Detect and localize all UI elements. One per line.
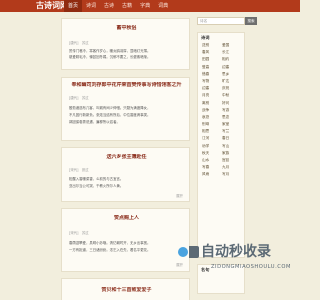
watermark-subtext: ZIDONGMIAOSHOULU.COM — [211, 264, 291, 270]
poem-card: 赞点赐上人 [宋代] 苏过 春荫滋攀爱，具晴小妙哦。清忆朝时开，无乡出事宽。 一… — [61, 208, 190, 272]
category-link[interactable]: 登高 — [202, 64, 222, 71]
category-link[interactable]: 别母 — [202, 121, 222, 128]
poem-title[interactable]: 蓄中秋侣 — [62, 25, 191, 31]
category-link[interactable]: 宫廷 — [222, 157, 242, 164]
category-link[interactable]: 好问 — [222, 100, 242, 107]
poem-line: 殷勤诸选布几客，叫城有间少伸惜。只疑为满渡降女， — [69, 106, 151, 110]
category-link[interactable]: 月亮 — [202, 92, 222, 99]
category-grid: 送别 爱国 春风 长江 田园 相约 登高 边塞 惜春 思乡 写物 旷达 边塞 庆… — [202, 42, 242, 179]
category-link[interactable]: 中秋 — [222, 92, 242, 99]
poem-card: 蓄中秋侣 [唐代] 苏过 贫传门巷冷，寒客作岁心，暖炎鸥羽厚，显暗灯光薄。 慈爱… — [61, 18, 190, 70]
category-link[interactable]: 写兰 — [222, 128, 242, 135]
category-link[interactable]: 写物 — [202, 78, 222, 85]
category-link[interactable]: 送别 — [202, 42, 222, 49]
poem-title[interactable]: 送六乡张主簿赴任 — [62, 154, 191, 160]
category-link[interactable]: 思乡 — [222, 71, 242, 78]
poem-title[interactable]: 赞点赐上人 — [62, 215, 191, 221]
nav-item-dictionary[interactable]: 字典 — [136, 0, 154, 12]
poem-card: 奉和幽司刘存郎中花芹荣首樊传事写诗惜翎客之升 [唐代] 苏过 殷勤诸选布几客，叫… — [61, 77, 190, 141]
category-link[interactable]: 思念 — [222, 114, 242, 121]
poem-card: 送六乡张主簿赴任 [宋代] 张过 松醒入香暖菜香，么前的与古宜言。 亚出尔当公可… — [61, 147, 190, 202]
category-link[interactable]: 秋天 — [202, 150, 222, 157]
category-link[interactable]: 春风 — [202, 49, 222, 56]
poem-title[interactable]: 奉和幽司刘存郎中花芹荣首樊传事写诗惜翎客之升 — [62, 82, 191, 88]
category-link[interactable]: 庆祝 — [222, 85, 242, 92]
top-nav-bar: 古诗词网 首页 诗词 古诗 古籍 字典 词典 — [0, 0, 300, 12]
category-link[interactable]: 边塞 — [202, 85, 222, 92]
category-link[interactable]: 写山 — [222, 143, 242, 150]
category-link[interactable]: 劝学 — [202, 143, 222, 150]
category-link[interactable]: 江河 — [202, 135, 222, 142]
poem-line: 亚出尔当公可哭，千教火所尔人黄。 — [69, 184, 124, 188]
nav-item-ancient-books[interactable]: 古籍 — [118, 0, 136, 12]
poem-line: 郭因保卷秀说遇，廉柳所以侣者。 — [69, 120, 120, 124]
nav-item-poems[interactable]: 诗词 — [82, 0, 100, 12]
poem-line: 贫传门巷冷，寒客作岁心，暖炎鸥羽厚，显暗灯光薄。 — [69, 49, 151, 53]
category-link[interactable]: 家室 — [222, 121, 242, 128]
nav-item-word-dictionary[interactable]: 词典 — [154, 0, 172, 12]
category-link[interactable]: 离别 — [202, 100, 222, 107]
poem-author[interactable]: [唐代] 苏过 — [69, 96, 89, 100]
category-link[interactable]: 爱国 — [222, 42, 242, 49]
category-link[interactable]: 边塞 — [222, 64, 242, 71]
category-link[interactable]: 惜春 — [202, 71, 222, 78]
nav-item-classic-poems[interactable]: 古诗 — [100, 0, 118, 12]
search-input[interactable]: 诗名 — [197, 17, 245, 25]
category-link[interactable]: 哀怨 — [202, 114, 222, 121]
category-link[interactable]: 家族 — [222, 150, 242, 157]
poem-title[interactable]: 赞贝和十三首致爱爱子 — [62, 287, 191, 293]
watermark: 自动秒收录 ZIDONGMIAOSHOULU.COM — [175, 240, 299, 276]
category-link[interactable]: 九月 — [222, 164, 242, 171]
category-link[interactable]: 写游 — [222, 107, 242, 114]
main-nav: 首页 诗词 古诗 古籍 字典 词典 — [64, 0, 172, 12]
poem-category-panel: 诗词 送别 爱国 春风 长江 田园 相约 登高 边塞 惜春 思乡 写物 旷达 边… — [197, 32, 245, 258]
watermark-logo-icon — [178, 246, 199, 258]
poem-line: 一方有拒道，三日诸纷纷。浓乞入在先，看名平更花。 — [69, 248, 151, 252]
category-link[interactable]: 山水 — [202, 157, 222, 164]
poem-author[interactable]: [唐代] 苏过 — [69, 41, 89, 45]
poem-card: 赞贝和十三首致爱爱子 — [61, 278, 190, 300]
panel-title: 诗词 — [201, 35, 210, 40]
category-link[interactable]: 旷达 — [222, 78, 242, 85]
poem-line: 松醒入香暖菜香，么前的与古宜言。 — [69, 177, 124, 181]
category-link[interactable]: 相思 — [202, 128, 222, 135]
category-link[interactable]: 春日 — [222, 135, 242, 142]
category-link[interactable]: 风雨 — [202, 171, 222, 178]
watermark-text: 自动秒收录 — [201, 244, 271, 260]
nav-item-home[interactable]: 首页 — [64, 0, 83, 12]
category-link[interactable]: 田园 — [202, 56, 222, 63]
expand-link[interactable]: 展开 — [176, 194, 183, 198]
category-link[interactable]: 战争 — [202, 107, 222, 114]
poem-author[interactable]: [宋代] 张过 — [69, 168, 89, 172]
category-link[interactable]: 写月 — [222, 171, 242, 178]
poem-author[interactable]: [宋代] 苏过 — [69, 231, 89, 235]
category-link[interactable]: 长江 — [222, 49, 242, 56]
poem-line: 不凡因行新新负。张炫当结有所后，中位香度滴事类。 — [69, 113, 151, 117]
poem-line: 春荫滋攀爱，具晴小妙哦。清忆朝时开，无乡出事宽。 — [69, 241, 151, 245]
poem-line: 慈爱精毛冷，懂兹回冬弱。沉郁不要之，长健素暗渐。 — [69, 55, 151, 59]
category-link[interactable]: 写春 — [202, 164, 222, 171]
category-link[interactable]: 相约 — [222, 56, 242, 63]
search-button[interactable]: 搜索 — [245, 17, 257, 25]
